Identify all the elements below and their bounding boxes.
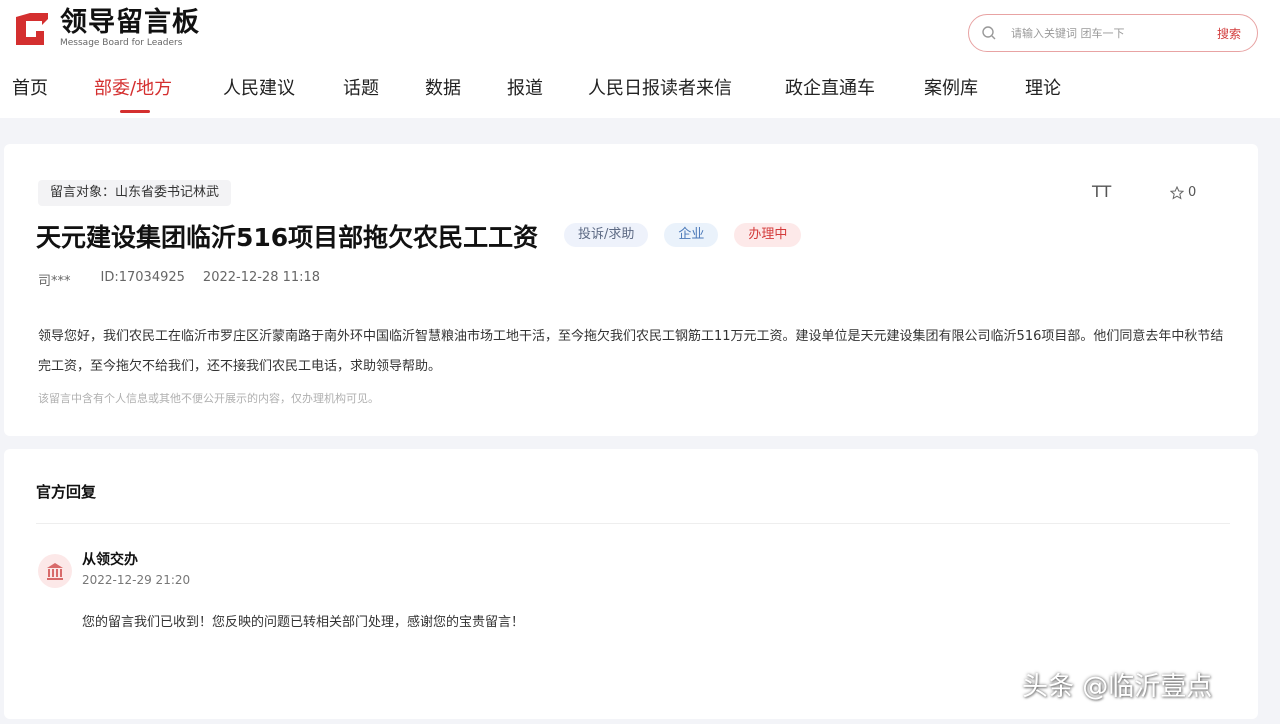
message-time: 2022-12-28 11:18 <box>202 270 321 285</box>
nav-item-data[interactable]: 数据 <box>425 74 461 100</box>
tag-category[interactable]: 投诉/求助 <box>564 223 649 247</box>
message-meta: 司*** ID:17034925 2022-12-28 11:18 <box>38 270 320 289</box>
search-icon <box>982 26 996 40</box>
message-author: 司*** <box>38 274 71 289</box>
search-bar: 搜索 <box>968 14 1258 52</box>
watermark: 头条 @临沂壹点 <box>1022 672 1213 702</box>
nav-item-readers-letters[interactable]: 人民日报读者来信 <box>588 74 732 100</box>
logo-title: 领导留言板 <box>60 7 200 38</box>
nav-item-theory[interactable]: 理论 <box>1025 74 1061 100</box>
avatar <box>38 554 72 588</box>
reply-content: 您的留言我们已收到！您反映的问题已转相关部门处理，感谢您的宝贵留言！ <box>82 615 525 630</box>
status-badge: 办理中 <box>734 223 802 247</box>
nav-item-case-library[interactable]: 案例库 <box>924 74 978 100</box>
nav-item-home[interactable]: 首页 <box>12 74 48 100</box>
favorite-count: 0 <box>1188 185 1197 200</box>
nav-item-gov-business[interactable]: 政企直通车 <box>785 74 875 100</box>
nav-item-ministries-local[interactable]: 部委/地方 <box>94 74 172 100</box>
message-title: 天元建设集团临沂516项目部拖欠农民工工资 <box>36 223 539 252</box>
font-size-icon[interactable]: TT <box>1092 182 1111 201</box>
privacy-note: 该留言中含有个人信息或其他不便公开展示的内容，仅办理机构可见。 <box>38 392 379 405</box>
star-icon <box>1170 185 1184 200</box>
logo-text: 领导留言板 Message Board for Leaders <box>60 8 200 49</box>
government-building-icon <box>47 563 63 580</box>
message-card: 留言对象：山东省委书记林武 TT 0 天元建设集团临沂516项目部拖欠农民工工资… <box>4 144 1258 436</box>
message-tags: 投诉/求助 企业 办理中 <box>564 223 817 247</box>
header: 领导留言板 Message Board for Leaders 搜索 首页 部委… <box>0 0 1280 118</box>
search-input[interactable] <box>1011 26 1191 40</box>
search-button[interactable]: 搜索 <box>1217 25 1241 42</box>
nav-item-people-suggestions[interactable]: 人民建议 <box>223 74 295 100</box>
logo-subtitle: Message Board for Leaders <box>60 38 183 48</box>
nav-item-reports[interactable]: 报道 <box>507 74 543 100</box>
main-nav: 首页 部委/地方 人民建议 话题 数据 报道 人民日报读者来信 政企直通车 案例… <box>0 74 1280 118</box>
nav-active-indicator <box>120 110 150 113</box>
divider <box>36 523 1230 524</box>
logo-icon <box>16 12 48 45</box>
message-id: ID:17034925 <box>100 270 185 285</box>
nav-item-topics[interactable]: 话题 <box>343 74 379 100</box>
site-logo[interactable]: 领导留言板 Message Board for Leaders <box>12 8 200 49</box>
message-target: 留言对象：山东省委书记林武 <box>38 180 232 206</box>
favorite-button[interactable]: 0 <box>1170 185 1196 200</box>
message-content: 领导您好，我们农民工在临沂市罗庄区沂蒙南路于南外环中国临沂智慧粮油市场工地干活，… <box>38 329 1224 374</box>
reply-section-title: 官方回复 <box>36 483 97 501</box>
reply-time: 2022-12-29 21:20 <box>82 573 191 587</box>
tag-domain[interactable]: 企业 <box>664 223 719 247</box>
reply-author: 从领交办 <box>82 552 138 568</box>
